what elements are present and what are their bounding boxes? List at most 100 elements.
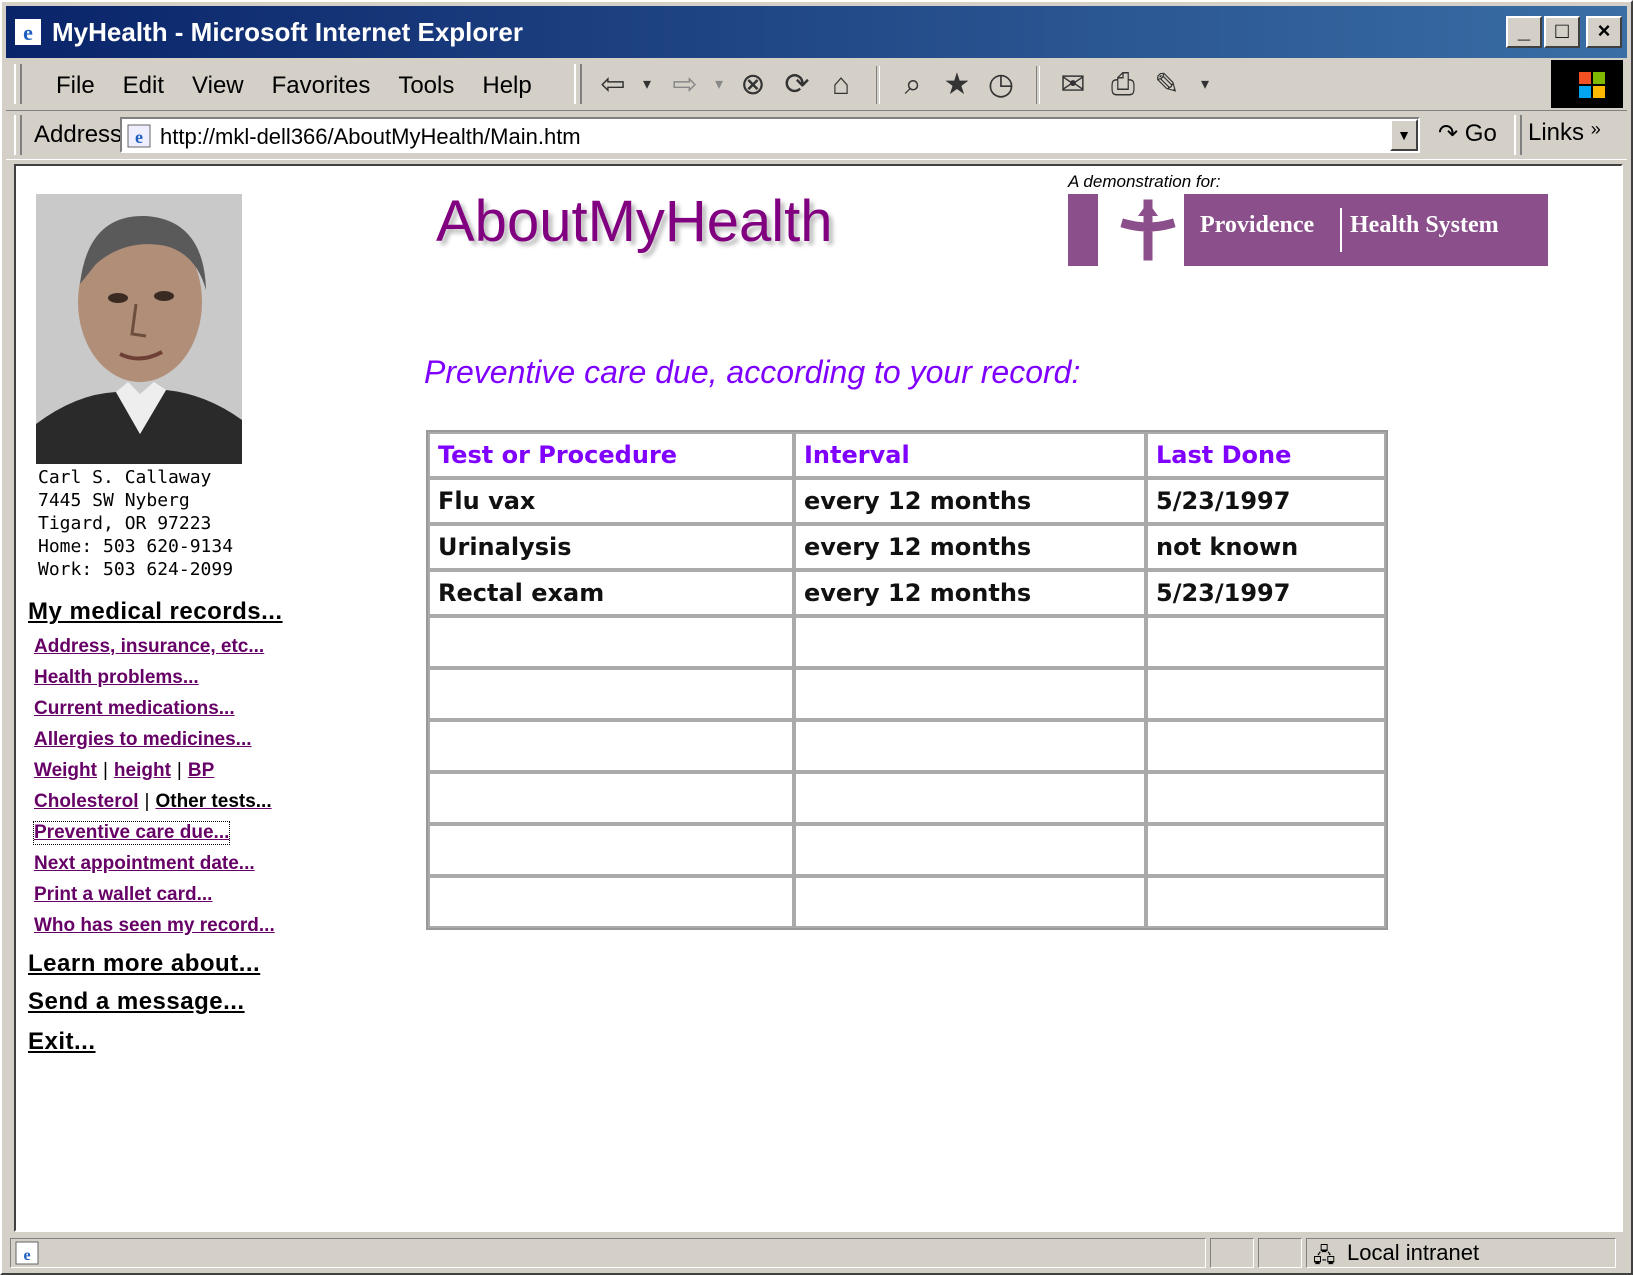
toolbar-grip-2[interactable] bbox=[574, 64, 582, 104]
history-icon[interactable]: ◷ bbox=[982, 66, 1020, 104]
table-cell bbox=[428, 668, 794, 720]
nav-bp[interactable]: BP bbox=[188, 760, 214, 781]
patient-work-phone: Work: 503 624-2099 bbox=[38, 559, 234, 580]
links-button[interactable]: Links » bbox=[1528, 119, 1601, 147]
nav-weight[interactable]: Weight bbox=[34, 760, 97, 781]
preventive-care-table: Test or Procedure Interval Last Done Flu… bbox=[426, 430, 1388, 930]
chevron-right-icon: » bbox=[1590, 119, 1601, 139]
address-grip[interactable] bbox=[14, 115, 22, 155]
page-status-icon: e bbox=[15, 1241, 39, 1265]
home-icon[interactable]: ⌂ bbox=[822, 66, 860, 104]
maximize-button[interactable]: □ bbox=[1544, 16, 1580, 48]
browser-window: e MyHealth - Microsoft Internet Explorer… bbox=[0, 0, 1633, 1275]
table-cell bbox=[1146, 824, 1386, 876]
table-cell bbox=[428, 876, 794, 928]
nav-allergies[interactable]: Allergies to medicines... bbox=[34, 729, 252, 751]
table-cell bbox=[794, 668, 1146, 720]
table-row: Flu vax every 12 months 5/23/1997 bbox=[428, 478, 1386, 524]
nav-learn-more[interactable]: Learn more about... bbox=[28, 950, 260, 978]
favorites-icon[interactable]: ★ bbox=[938, 66, 976, 104]
table-cell: Urinalysis bbox=[428, 524, 794, 570]
toolbar-grip[interactable] bbox=[14, 64, 22, 104]
patient-home-phone: Home: 503 620-9134 bbox=[38, 536, 234, 557]
menu-favorites[interactable]: Favorites bbox=[258, 68, 385, 104]
logo-name-part1: Providence bbox=[1200, 212, 1315, 238]
patient-name: Carl S. Callaway bbox=[38, 467, 212, 488]
menu-edit[interactable]: Edit bbox=[109, 68, 178, 104]
empty-table-row bbox=[428, 668, 1386, 720]
empty-table-row bbox=[428, 824, 1386, 876]
nav-send-message[interactable]: Send a message... bbox=[28, 988, 245, 1016]
minimize-button[interactable]: _ bbox=[1506, 16, 1542, 48]
separator: | bbox=[176, 760, 182, 781]
forward-dropdown-icon[interactable]: ▾ bbox=[700, 66, 738, 104]
logo-divider bbox=[1340, 208, 1342, 252]
patient-photo bbox=[36, 194, 242, 464]
nav-current-medications[interactable]: Current medications... bbox=[34, 698, 235, 720]
portrait-image bbox=[36, 194, 242, 464]
address-url[interactable]: http://mkl-dell366/AboutMyHealth/Main.ht… bbox=[160, 123, 581, 151]
close-button[interactable]: × bbox=[1586, 16, 1622, 48]
nav-wallet-card[interactable]: Print a wallet card... bbox=[34, 884, 212, 906]
page-content: Carl S. Callaway 7445 SW Nyberg Tigard, … bbox=[14, 164, 1623, 1232]
refresh-icon[interactable]: ⟳ bbox=[778, 66, 816, 104]
status-pane bbox=[1210, 1238, 1254, 1268]
table-cell: 5/23/1997 bbox=[1146, 478, 1386, 524]
mail-icon[interactable]: ✉ bbox=[1054, 66, 1092, 104]
table-cell: every 12 months bbox=[794, 570, 1146, 616]
stop-icon[interactable]: ⊗ bbox=[734, 66, 772, 104]
table-cell bbox=[428, 772, 794, 824]
empty-table-row bbox=[428, 772, 1386, 824]
status-zone-pane: 🖧 Local intranet bbox=[1306, 1238, 1616, 1268]
back-icon[interactable]: ⇦ bbox=[594, 66, 632, 104]
table-cell bbox=[794, 772, 1146, 824]
table-cell bbox=[1146, 876, 1386, 928]
address-bar-row: Address e http://mkl-dell366/AboutMyHeal… bbox=[6, 110, 1627, 160]
nav-next-appointment[interactable]: Next appointment date... bbox=[34, 853, 255, 875]
nav-cholesterol[interactable]: Cholesterol bbox=[34, 791, 139, 812]
nav-vitals-row: Weight | height | BP bbox=[34, 760, 214, 782]
forward-icon[interactable]: ⇨ bbox=[666, 66, 704, 104]
address-field[interactable]: e http://mkl-dell366/AboutMyHealth/Main.… bbox=[120, 117, 1420, 153]
edit-icon[interactable]: ✎ bbox=[1148, 66, 1186, 104]
column-header: Interval bbox=[794, 432, 1146, 478]
nav-address-insurance[interactable]: Address, insurance, etc... bbox=[34, 636, 264, 658]
zone-label: Local intranet bbox=[1347, 1240, 1480, 1265]
go-button[interactable]: ↷ Go bbox=[1438, 119, 1497, 148]
back-dropdown-icon[interactable]: ▾ bbox=[628, 66, 666, 104]
nav-my-medical-records[interactable]: My medical records... bbox=[28, 598, 283, 626]
nav-exit[interactable]: Exit... bbox=[28, 1028, 96, 1056]
patient-info: Carl S. Callaway 7445 SW Nyberg Tigard, … bbox=[38, 466, 233, 581]
edit-dropdown-icon[interactable]: ▾ bbox=[1186, 66, 1224, 104]
nav-preventive-care[interactable]: Preventive care due... bbox=[32, 821, 231, 845]
title-bar: e MyHealth - Microsoft Internet Explorer… bbox=[6, 6, 1627, 58]
toolbar-separator bbox=[876, 66, 880, 104]
print-icon[interactable]: ⎙ bbox=[1104, 66, 1142, 104]
logo-bar bbox=[1068, 194, 1098, 266]
separator: | bbox=[144, 791, 150, 812]
menu-tools[interactable]: Tools bbox=[384, 68, 468, 104]
links-grip[interactable] bbox=[1514, 115, 1522, 155]
table-cell bbox=[1146, 616, 1386, 668]
menu-help[interactable]: Help bbox=[468, 68, 545, 104]
menu-file[interactable]: File bbox=[42, 68, 109, 104]
table-cell: every 12 months bbox=[794, 478, 1146, 524]
ie-icon: e bbox=[15, 19, 41, 45]
table-cell: not known bbox=[1146, 524, 1386, 570]
logo-name-block: Providence Health System bbox=[1184, 194, 1548, 266]
menu-view[interactable]: View bbox=[178, 68, 258, 104]
go-arrow-icon: ↷ bbox=[1438, 120, 1459, 147]
nav-health-problems[interactable]: Health problems... bbox=[34, 667, 199, 689]
links-label: Links bbox=[1528, 119, 1585, 146]
address-dropdown-icon[interactable]: ▼ bbox=[1390, 119, 1418, 151]
nav-who-has-seen[interactable]: Who has seen my record... bbox=[34, 915, 275, 937]
section-title: Preventive care due, according to your r… bbox=[424, 354, 1081, 390]
nav-tests-row: Cholesterol | Other tests... bbox=[34, 791, 272, 813]
svg-text:e: e bbox=[135, 127, 143, 147]
nav-height[interactable]: height bbox=[114, 760, 171, 781]
table-cell bbox=[428, 616, 794, 668]
table-cell bbox=[1146, 720, 1386, 772]
windows-logo bbox=[1551, 60, 1623, 108]
search-icon[interactable]: ⌕ bbox=[894, 66, 932, 104]
column-header: Test or Procedure bbox=[428, 432, 794, 478]
